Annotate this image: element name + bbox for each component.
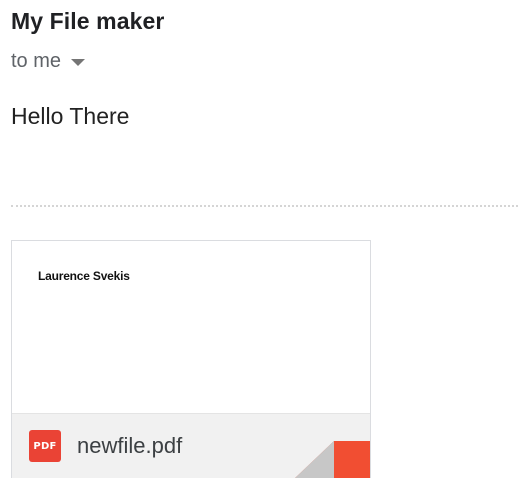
attachment-file-name: newfile.pdf [77,433,183,458]
message-body: Hello There [11,103,130,129]
attachment-card[interactable]: Laurence Svekis PDF newfile.pdf [11,240,371,478]
preview-text: Laurence Svekis [38,269,130,283]
recipient-label: to me [11,50,62,72]
attachment-preview[interactable]: Laurence Svekis [12,241,370,413]
attachment-divider [11,205,518,207]
recipient-details-toggle[interactable]: to me [11,50,86,73]
sender-name: My File maker [11,8,165,34]
caret-down-icon[interactable] [71,59,86,66]
page-corner-fold-icon [295,441,370,478]
pdf-icon: PDF [29,430,61,462]
